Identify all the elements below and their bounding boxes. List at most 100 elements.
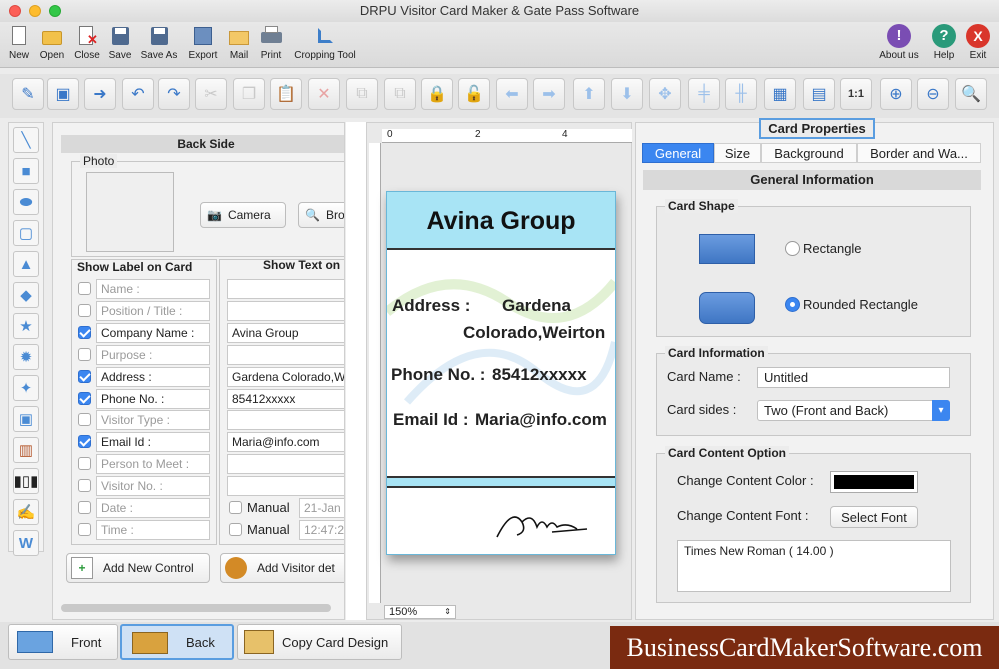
copy-button[interactable]: ❐ xyxy=(233,78,265,110)
unlock-button[interactable]: 🔓 xyxy=(458,78,490,110)
save-button[interactable]: Save xyxy=(106,24,134,61)
field-checkbox[interactable] xyxy=(78,413,91,427)
edit-document-button[interactable]: ✎ xyxy=(12,78,44,110)
field-checkbox[interactable] xyxy=(78,303,91,317)
zoom-select[interactable]: 150% ⇕ xyxy=(384,605,456,619)
field-value-input[interactable] xyxy=(227,410,344,431)
manual-checkbox[interactable] xyxy=(229,501,242,514)
tab-size[interactable]: Size xyxy=(714,143,761,163)
barcode-tool[interactable]: ▮▯▮ xyxy=(13,468,39,494)
export-button[interactable]: Export xyxy=(185,24,221,61)
field-checkbox[interactable] xyxy=(78,479,91,493)
tab-general[interactable]: General xyxy=(642,143,714,163)
field-label-input[interactable]: Time : xyxy=(96,519,210,540)
ellipse-tool[interactable]: ⬬ xyxy=(13,189,39,215)
add-new-control-button[interactable]: + Add New Control xyxy=(66,553,210,583)
close-button[interactable]: ✕ Close xyxy=(72,24,102,61)
field-checkbox[interactable] xyxy=(78,347,91,361)
send-back-button[interactable]: ⧉ xyxy=(384,78,416,110)
image-tool[interactable]: ▣ xyxy=(13,406,39,432)
field-value-input[interactable] xyxy=(227,279,344,299)
front-button[interactable]: Front xyxy=(8,624,118,660)
field-checkbox[interactable] xyxy=(78,435,91,449)
star-tool[interactable]: ★ xyxy=(13,313,39,339)
lock-button[interactable]: 🔒 xyxy=(421,78,453,110)
field-value-input[interactable] xyxy=(227,344,344,365)
help-button[interactable]: ? Help xyxy=(930,24,958,61)
actual-size-button[interactable]: 1:1 xyxy=(840,78,872,110)
field-checkbox[interactable] xyxy=(78,391,91,405)
export-image-button[interactable]: ➜ xyxy=(84,78,116,110)
field-value-input[interactable] xyxy=(227,300,344,321)
maximize-window-button[interactable] xyxy=(49,5,61,17)
save-as-button[interactable]: Save As xyxy=(139,24,179,61)
field-value-input[interactable]: Maria@info.com xyxy=(227,432,344,453)
tab-background[interactable]: Background xyxy=(761,143,857,163)
field-label-input[interactable]: Email Id : xyxy=(96,432,210,453)
cropping-tool-button[interactable]: Cropping Tool xyxy=(290,24,360,61)
field-checkbox[interactable] xyxy=(78,282,91,295)
rectangle-tool[interactable]: ■ xyxy=(13,158,39,184)
photo-placeholder[interactable] xyxy=(86,172,174,252)
field-label-input[interactable]: Company Name : xyxy=(96,322,210,343)
rounded-rectangle-radio[interactable] xyxy=(785,297,800,312)
align-horizontal-button[interactable]: ╪ xyxy=(688,78,720,110)
tab-border-and-watermark[interactable]: Border and Wa... xyxy=(857,143,981,163)
camera-button[interactable]: 📷 Camera xyxy=(200,202,286,228)
select-font-button[interactable]: Select Font xyxy=(830,506,918,528)
cut-button[interactable]: ✂ xyxy=(195,78,227,110)
diamond-tool[interactable]: ◆ xyxy=(13,282,39,308)
signature-tool[interactable]: ✍ xyxy=(13,499,39,525)
card-sides-select[interactable]: Two (Front and Back) ▾ xyxy=(757,400,950,421)
triangle-tool[interactable]: ▲ xyxy=(13,251,39,277)
field-checkbox[interactable] xyxy=(78,501,91,514)
field-label-input[interactable]: Phone No. : xyxy=(96,388,210,409)
center-button[interactable]: ✥ xyxy=(649,78,681,110)
grid-button[interactable]: ▦ xyxy=(764,78,796,110)
close-window-button[interactable] xyxy=(9,5,21,17)
rounded-rectangle-tool[interactable]: ▢ xyxy=(13,220,39,246)
cross-star-tool[interactable]: ✦ xyxy=(13,375,39,401)
delete-button[interactable]: ✕ xyxy=(308,78,340,110)
print-preview-button[interactable]: 🔍 xyxy=(955,78,987,110)
mail-button[interactable]: Mail xyxy=(226,24,252,61)
redo-button[interactable]: ↷ xyxy=(158,78,190,110)
line-tool[interactable]: ╲ xyxy=(13,127,39,153)
copy-card-design-button[interactable]: Copy Card Design xyxy=(237,624,402,660)
field-label-input[interactable]: Position / Title : xyxy=(96,300,210,321)
field-label-input[interactable]: Date : xyxy=(96,498,210,518)
undo-button[interactable]: ↶ xyxy=(122,78,154,110)
align-vertical-button[interactable]: ╫ xyxy=(725,78,757,110)
horizontal-scrollbar[interactable] xyxy=(61,604,331,612)
splitter[interactable] xyxy=(346,122,366,620)
rectangle-radio[interactable] xyxy=(785,241,800,256)
about-us-button[interactable]: ! About us xyxy=(876,24,922,61)
field-value-input[interactable]: 85412xxxxx xyxy=(227,388,344,409)
visitor-card-preview[interactable]: Avina Group Address : Gardena Colorado,W… xyxy=(386,191,616,555)
manual-value-input[interactable]: 21-Jan xyxy=(299,498,344,518)
move-down-button[interactable]: ⬇ xyxy=(611,78,643,110)
field-value-input[interactable]: Avina Group xyxy=(227,322,344,343)
field-value-input[interactable] xyxy=(227,454,344,475)
field-label-input[interactable]: Purpose : xyxy=(96,344,210,365)
word-art-tool[interactable]: W xyxy=(13,530,39,556)
add-visitor-details-button[interactable]: Add Visitor det xyxy=(220,553,344,583)
move-left-button[interactable]: ⬅ xyxy=(496,78,528,110)
move-up-button[interactable]: ⬆ xyxy=(573,78,605,110)
content-color-swatch[interactable] xyxy=(830,471,918,493)
rounded-rectangle-shape-preview[interactable] xyxy=(699,292,755,324)
paste-button[interactable]: 📋 xyxy=(270,78,302,110)
back-button[interactable]: Back xyxy=(120,624,234,660)
burst-tool[interactable]: ✹ xyxy=(13,344,39,370)
library-tool[interactable]: ▥ xyxy=(13,437,39,463)
zoom-out-button[interactable]: ⊖ xyxy=(917,78,949,110)
bring-front-button[interactable]: ⧉ xyxy=(346,78,378,110)
manual-value-input[interactable]: 12:47:2 xyxy=(299,519,344,540)
image-button[interactable]: ▣ xyxy=(47,78,79,110)
zoom-in-button[interactable]: ⊕ xyxy=(880,78,912,110)
manual-checkbox[interactable] xyxy=(229,522,242,536)
field-label-input[interactable]: Address : xyxy=(96,366,210,387)
field-value-input[interactable] xyxy=(227,476,344,497)
field-checkbox[interactable] xyxy=(78,522,91,536)
rectangle-shape-preview[interactable] xyxy=(699,234,755,264)
